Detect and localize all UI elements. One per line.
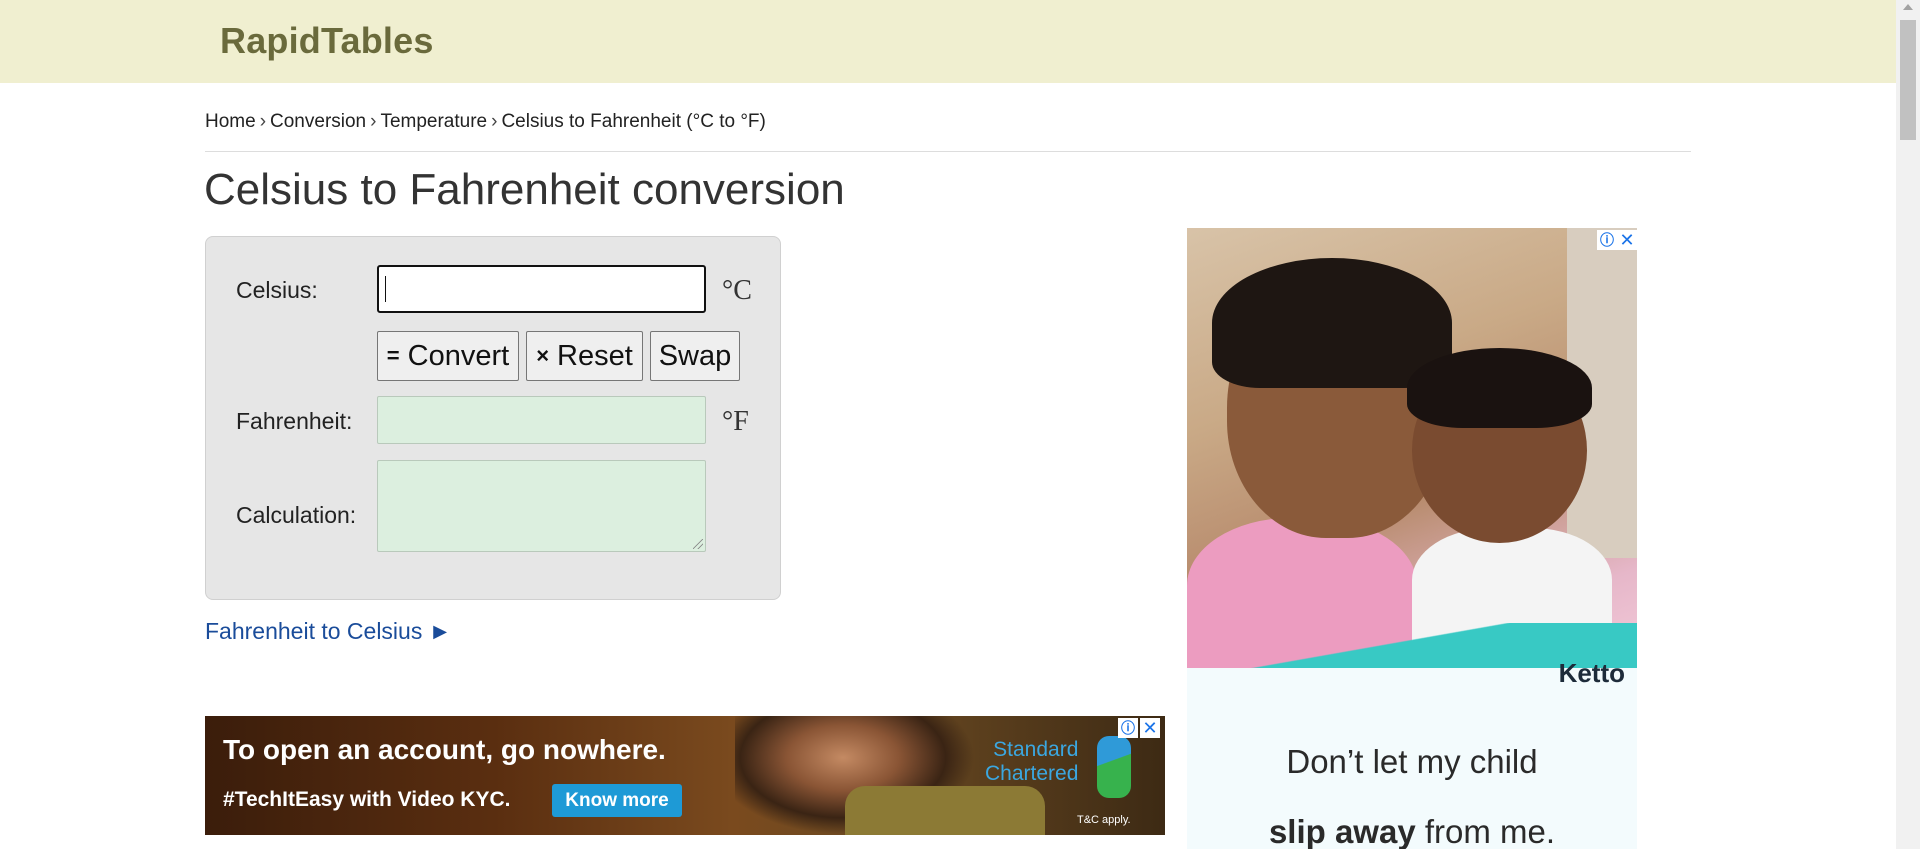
- fahrenheit-to-celsius-link[interactable]: Fahrenheit to Celsius ►: [205, 618, 452, 645]
- ad-tagline-line2: slip away from me.: [1268, 813, 1556, 849]
- page-scrollbar[interactable]: [1896, 0, 1920, 849]
- breadcrumb-separator: ›: [491, 111, 498, 132]
- standard-chartered-logo-icon: [1097, 736, 1131, 798]
- calculation-textarea[interactable]: [377, 460, 706, 552]
- text-caret: [385, 276, 386, 302]
- ad-terms: T&C apply.: [1077, 814, 1131, 826]
- ad-info-icon[interactable]: ⓘ: [1118, 718, 1138, 738]
- ad-photo-mother-hair: [1212, 258, 1452, 388]
- scrollbar-thumb[interactable]: [1900, 20, 1916, 140]
- fahrenheit-output[interactable]: [377, 396, 706, 444]
- swap-button-label: Swap: [658, 339, 732, 372]
- site-header: RapidTables: [0, 0, 1896, 83]
- ad-banner-right[interactable]: Ketto ✦ Don’t let my child slip away from…: [1187, 228, 1637, 849]
- converter-form: Celsius: °C = Convert × Reset Swap Fahrenh…: [205, 236, 781, 600]
- divider: [205, 151, 1691, 152]
- resize-grip-icon[interactable]: [693, 539, 703, 549]
- ad-close-icon[interactable]: ✕: [1140, 718, 1160, 738]
- scroll-up-icon[interactable]: [1903, 4, 1913, 10]
- ad-info-icon[interactable]: ⓘ: [1597, 230, 1617, 250]
- breadcrumb: Home › Conversion › Temperature › Celsius to F…: [205, 111, 766, 133]
- page-title: Celsius to Fahrenheit conversion: [204, 165, 845, 214]
- convert-button-label: Convert: [407, 339, 510, 372]
- ad-subline: #TechItEasy with Video KYC.: [223, 788, 511, 811]
- breadcrumb-separator: ›: [259, 111, 267, 132]
- ad-brand-name: Standard Chartered: [985, 738, 1079, 785]
- know-more-button[interactable]: Know more: [552, 784, 682, 817]
- ad-close-icon[interactable]: ✕: [1617, 230, 1637, 250]
- breadcrumb-current: Celsius to Fahrenheit (°C to °F): [501, 111, 766, 132]
- reset-button[interactable]: × Reset: [526, 331, 643, 381]
- ad-banner-bottom[interactable]: To open an account, go nowhere. #TechItE…: [205, 716, 1165, 835]
- site-logo[interactable]: RapidTables: [220, 20, 434, 62]
- close-icon: ×: [536, 343, 550, 368]
- ad-brand-logo: Ketto ✦: [1558, 652, 1627, 688]
- celsius-input[interactable]: [377, 265, 706, 313]
- ad-photo-sofa: [845, 786, 1045, 835]
- reset-button-label: Reset: [557, 339, 633, 372]
- celsius-label: Celsius:: [236, 277, 318, 303]
- leaf-icon: ✦: [1613, 652, 1627, 669]
- breadcrumb-conversion[interactable]: Conversion: [270, 111, 366, 132]
- breadcrumb-temperature[interactable]: Temperature: [380, 111, 487, 132]
- breadcrumb-home[interactable]: Home: [205, 111, 256, 132]
- ad-tagline-line1: Don’t let my child: [1286, 743, 1538, 780]
- fahrenheit-label: Fahrenheit:: [236, 408, 353, 434]
- ad-photo-baby-hair: [1407, 348, 1592, 428]
- celsius-unit: °C: [722, 275, 752, 306]
- convert-button[interactable]: = Convert: [377, 331, 519, 381]
- equals-icon: =: [386, 343, 400, 368]
- ad-headline: To open an account, go nowhere.: [223, 734, 666, 765]
- swap-button[interactable]: Swap: [650, 331, 740, 381]
- calculation-label: Calculation:: [236, 502, 357, 528]
- fahrenheit-unit: °F: [722, 406, 749, 437]
- breadcrumb-separator: ›: [370, 111, 377, 132]
